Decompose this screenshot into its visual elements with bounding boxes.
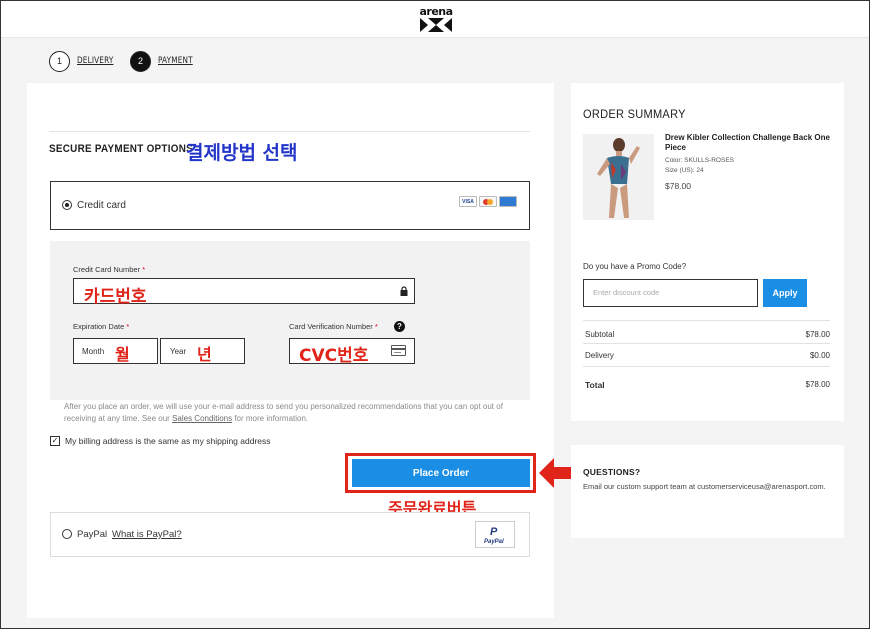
- visa-icon: VISA: [459, 196, 477, 207]
- paypal-logo-mark: P: [490, 526, 498, 538]
- questions-title: QUESTIONS?: [583, 467, 641, 477]
- payment-section-title: SECURE PAYMENT OPTIONS: [49, 143, 194, 155]
- summary-row-subtotal: Subtotal $78.00: [585, 330, 830, 339]
- billing-same-checkbox[interactable]: ✓: [50, 436, 60, 446]
- delivery-value: $0.00: [809, 351, 830, 360]
- amex-icon: [499, 196, 517, 207]
- annotation-cvc: CVC번호: [299, 346, 369, 366]
- year-placeholder: Year: [170, 347, 187, 356]
- logo-mark-icon: [420, 18, 452, 32]
- logo-text: arena: [419, 5, 453, 18]
- product-size: Size (US): 24: [665, 167, 704, 174]
- annotation-payment-method: 결제방법 선택: [186, 142, 298, 164]
- step-payment-number: 2: [130, 50, 151, 72]
- step-delivery-number: 1: [49, 50, 70, 72]
- credit-card-radio[interactable]: [62, 200, 72, 210]
- order-summary-title: ORDER SUMMARY: [583, 107, 686, 121]
- credit-card-label: Credit card: [77, 200, 126, 211]
- promo-placeholder: Enter discount code: [593, 288, 660, 297]
- product-name[interactable]: Drew Kibler Collection Challenge Back On…: [665, 133, 835, 153]
- what-is-paypal-link[interactable]: What is PayPal?: [112, 529, 182, 540]
- step-delivery-label: DELIVERY: [77, 56, 114, 66]
- summary-row-delivery: Delivery $0.00: [585, 351, 830, 360]
- annotation-card-number: 카드번호: [84, 287, 147, 307]
- total-value: $78.00: [805, 380, 830, 389]
- step-payment[interactable]: 2 PAYMENT: [130, 50, 197, 72]
- expiration-label: Expiration Date *: [73, 322, 130, 331]
- apply-promo-button[interactable]: Apply: [763, 279, 807, 307]
- annotation-year: 년: [197, 345, 212, 364]
- questions-text[interactable]: Email our custom support team at custome…: [583, 482, 833, 492]
- paypal-radio[interactable]: [62, 529, 72, 539]
- card-number-label: Credit Card Number *: [73, 265, 146, 274]
- cvc-label: Card Verification Number *: [289, 322, 378, 331]
- month-placeholder: Month: [82, 347, 105, 356]
- step-delivery[interactable]: 1 DELIVERY: [49, 50, 118, 72]
- product-price: $78.00: [665, 181, 691, 191]
- summary-divider: [583, 343, 830, 344]
- place-order-button[interactable]: Place Order: [352, 459, 530, 487]
- sales-conditions-link[interactable]: Sales Conditions: [172, 414, 232, 423]
- paypal-logo-icon: P PayPal: [475, 521, 515, 548]
- subtotal-label: Subtotal: [585, 330, 615, 339]
- arena-logo[interactable]: arena: [417, 5, 455, 33]
- site-header: arena: [1, 1, 869, 38]
- payment-divider: [49, 131, 530, 132]
- product-color: Color: SKULLS-ROSES: [665, 157, 734, 164]
- paypal-logo-text: PayPal: [484, 539, 504, 545]
- swimsuit-model-icon: [597, 138, 640, 218]
- delivery-label: Delivery: [585, 351, 614, 360]
- step-payment-label: PAYMENT: [158, 56, 193, 66]
- annotation-month: 월: [115, 345, 130, 364]
- privacy-info-text: After you place an order, we will use yo…: [64, 402, 503, 423]
- paypal-label: PayPal: [77, 529, 108, 540]
- subtotal-value: $78.00: [805, 330, 830, 339]
- cvc-card-icon: [391, 345, 406, 356]
- summary-row-total: Total $78.00: [585, 380, 830, 390]
- red-arrow-icon: [539, 458, 571, 488]
- help-icon[interactable]: ?: [394, 321, 405, 332]
- summary-divider: [583, 366, 830, 367]
- billing-same-label: My billing address is the same as my shi…: [65, 436, 271, 446]
- lock-icon: [400, 286, 408, 296]
- total-label: Total: [585, 380, 605, 390]
- product-image[interactable]: [583, 134, 654, 220]
- summary-divider: [583, 320, 830, 321]
- promo-label: Do you have a Promo Code?: [583, 262, 687, 271]
- mastercard-icon: [479, 196, 497, 207]
